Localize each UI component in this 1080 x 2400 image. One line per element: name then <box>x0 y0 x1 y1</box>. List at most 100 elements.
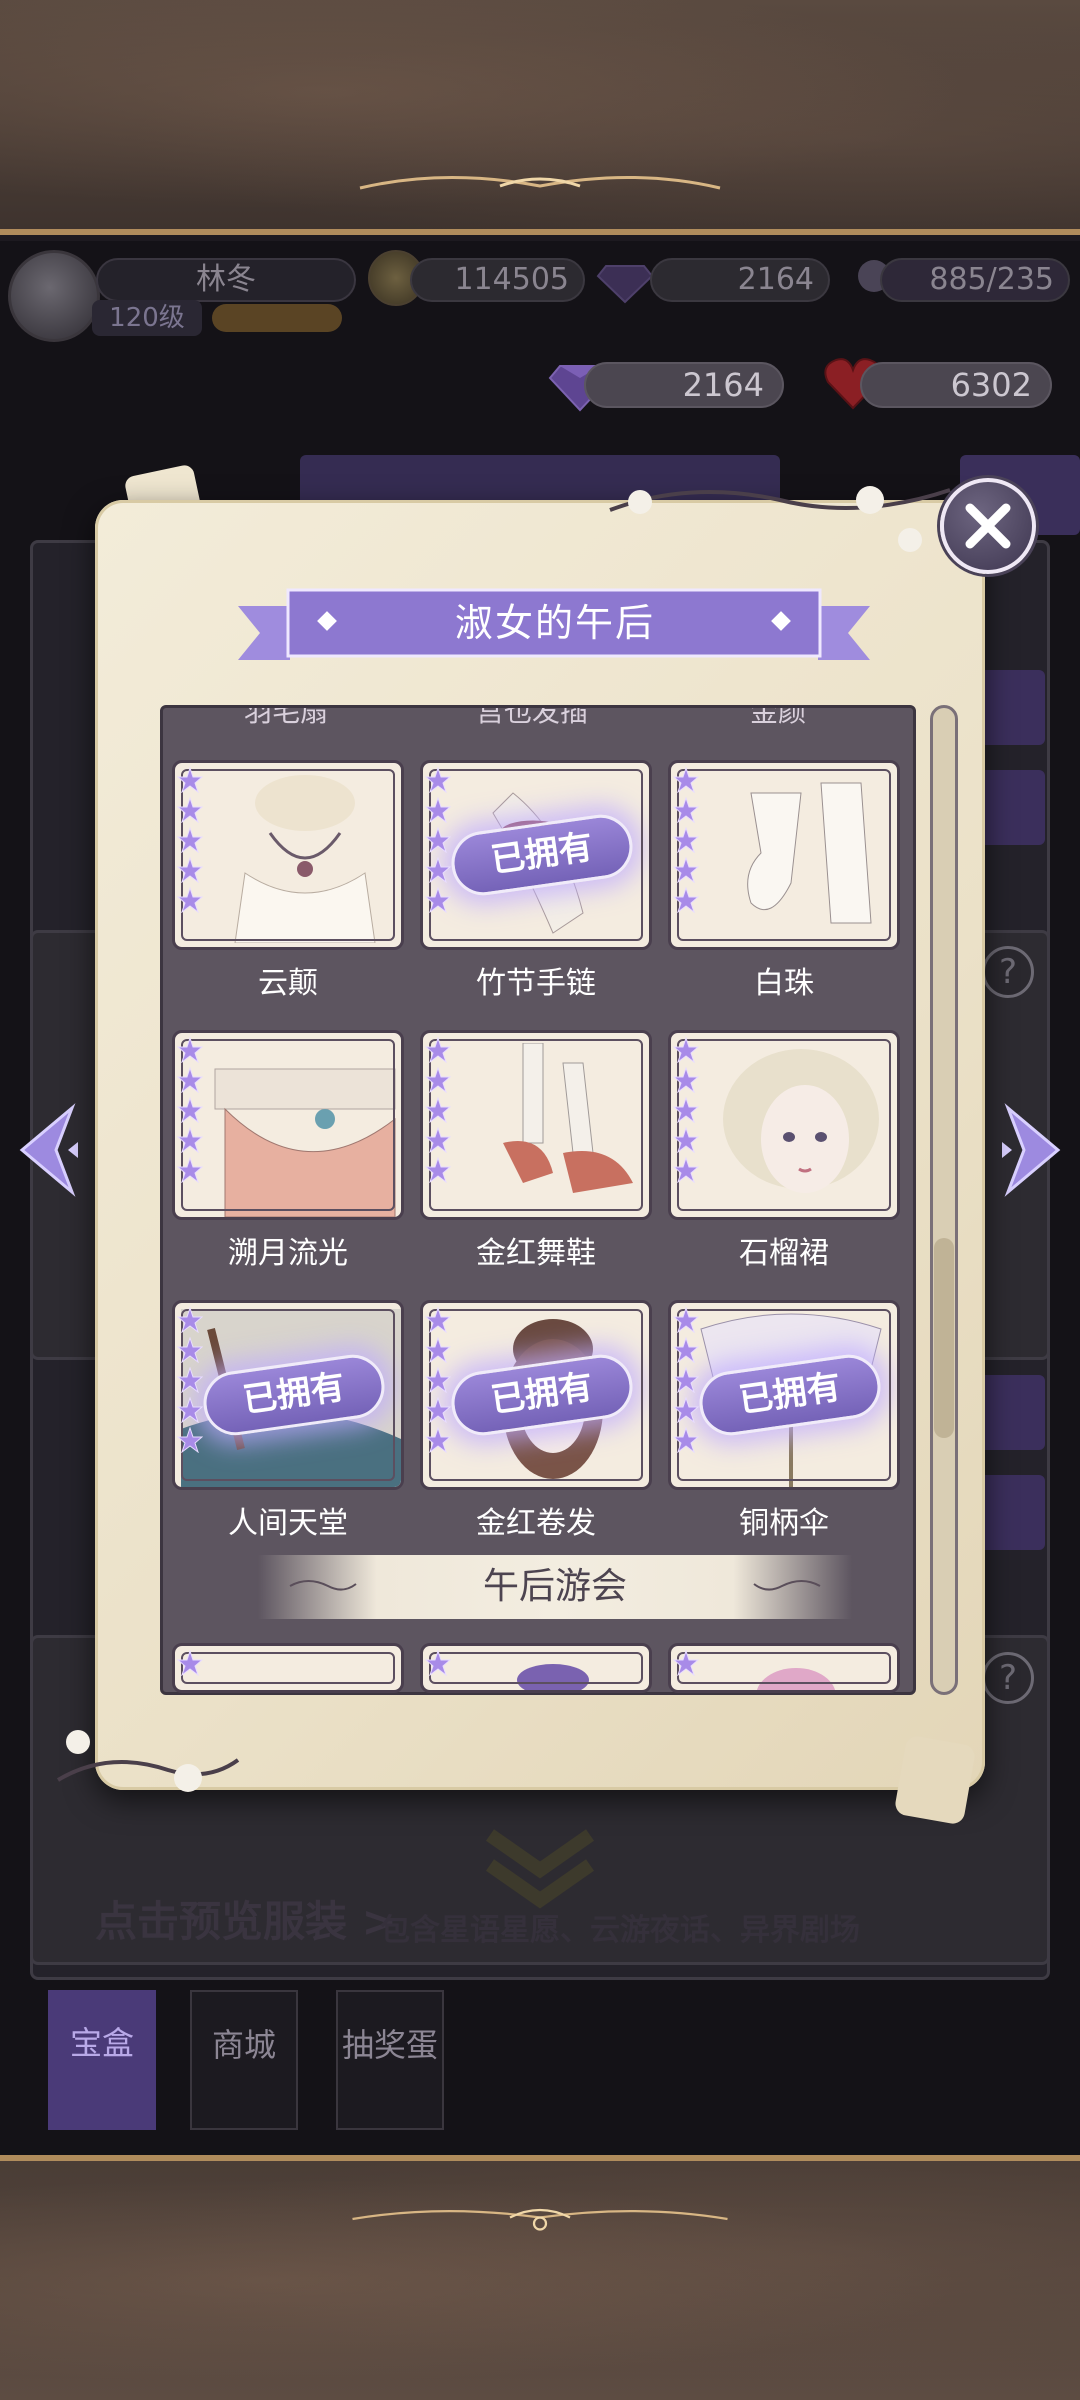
item-card-partial[interactable] <box>172 1643 404 1693</box>
rarity-stars <box>672 766 701 917</box>
item-card-shiliu-qun[interactable] <box>668 1030 900 1220</box>
star-icon <box>424 1396 452 1424</box>
card-frame <box>181 769 395 941</box>
star-icon <box>424 1096 452 1124</box>
star-icon <box>176 1426 204 1454</box>
star-icon <box>424 1366 452 1394</box>
star-icon <box>424 886 452 914</box>
star-icon <box>176 1649 204 1677</box>
rarity-stars <box>176 1649 205 1680</box>
rarity-stars <box>176 766 205 917</box>
card-frame <box>181 1652 395 1684</box>
vip-tag <box>212 304 342 332</box>
item-label: 石榴裙 <box>739 1236 829 1271</box>
item-label: 铜柄伞 <box>739 1506 829 1541</box>
item-label: 金颜 <box>749 705 806 728</box>
item-card-tongbing-san[interactable]: 已拥有 <box>668 1300 900 1490</box>
card-frame <box>677 769 891 941</box>
star-icon <box>672 826 700 854</box>
flourish-ornament-icon <box>352 2208 728 2231</box>
heart-counter[interactable]: 6302 <box>860 362 1052 408</box>
help-icon[interactable]: ? <box>982 946 1034 998</box>
card-frame <box>677 1652 891 1684</box>
scroll-curl <box>893 1734 977 1826</box>
rarity-stars <box>672 1036 701 1187</box>
stamina-counter[interactable]: 885/235 <box>880 258 1070 302</box>
rarity-stars <box>424 1036 453 1187</box>
card-frame <box>677 1039 891 1211</box>
star-icon <box>424 1066 452 1094</box>
swirl-ornament-icon <box>289 1580 357 1591</box>
star-icon <box>176 856 204 884</box>
card-frame <box>677 1309 891 1481</box>
star-icon <box>424 1036 452 1064</box>
star-icon <box>672 1126 700 1154</box>
scrollbar-thumb[interactable] <box>934 1238 954 1438</box>
tab-choujiangdan[interactable]: 抽奖蛋 <box>336 1990 444 2130</box>
rarity-stars <box>424 766 453 917</box>
star-icon <box>424 1426 452 1454</box>
star-icon <box>672 1066 700 1094</box>
pack-description: 包含星语星愿、云游夜话、异界剧场 <box>380 1913 860 1948</box>
star-icon <box>176 796 204 824</box>
tab-baohe[interactable]: 宝盒 <box>48 1990 156 2130</box>
star-icon <box>672 796 700 824</box>
preview-outfit-link[interactable]: 点击预览服装 > <box>95 1888 397 1949</box>
help-icon[interactable]: ? <box>982 1652 1034 1704</box>
star-icon <box>672 1366 700 1394</box>
star-icon <box>672 1649 700 1677</box>
scrollbar-track[interactable] <box>930 705 958 1695</box>
star-icon <box>424 826 452 854</box>
item-card-partial[interactable] <box>668 1643 900 1693</box>
bottom-decorative-banner <box>0 2155 1080 2400</box>
item-card-zhujie-shoulian[interactable]: 已拥有 <box>420 760 652 950</box>
top-decorative-banner <box>0 0 1080 235</box>
rose-vine-icon <box>609 486 951 552</box>
item-card-yundian[interactable] <box>172 760 404 950</box>
card-frame <box>429 1652 643 1684</box>
star-icon <box>672 886 700 914</box>
player-avatar[interactable] <box>8 250 100 342</box>
item-card-renjian-tiantang[interactable]: 已拥有 <box>172 1300 404 1490</box>
rarity-stars <box>672 1306 701 1457</box>
rose-vine-icon <box>56 1730 240 1792</box>
item-card-partial[interactable] <box>420 1643 652 1693</box>
item-card-jinhong-wuxie[interactable] <box>420 1030 652 1220</box>
star-icon <box>176 1066 204 1094</box>
diamond-counter[interactable]: 2164 <box>584 362 784 408</box>
rarity-stars <box>424 1649 453 1680</box>
player-level: 120级 <box>92 300 202 336</box>
item-label: 溯月流光 <box>228 1236 348 1271</box>
arrow-right-icon[interactable] <box>992 1100 1068 1200</box>
close-icon <box>965 503 1011 549</box>
star-icon <box>176 826 204 854</box>
rarity-stars <box>672 1649 701 1680</box>
star-icon <box>176 1336 204 1364</box>
star-icon <box>424 766 452 794</box>
star-icon <box>672 1036 700 1064</box>
swirl-ornament-icon <box>753 1580 821 1591</box>
coin-counter[interactable]: 114505 <box>410 258 585 302</box>
rarity-stars <box>176 1306 205 1457</box>
item-label: 羽毛扇 <box>243 705 328 728</box>
item-card-suyue-liuguang[interactable] <box>172 1030 404 1220</box>
diamond-counter-top[interactable]: 2164 <box>650 258 830 302</box>
arrow-left-icon[interactable] <box>12 1100 88 1200</box>
modal-title: 淑女的午后 <box>454 601 655 645</box>
close-button[interactable] <box>940 478 1036 574</box>
item-card-jinhong-juanfa[interactable]: 已拥有 <box>420 1300 652 1490</box>
star-icon <box>672 1336 700 1364</box>
item-card-baizhu[interactable] <box>668 760 900 950</box>
star-icon <box>672 766 700 794</box>
star-icon <box>176 1366 204 1394</box>
star-icon <box>424 796 452 824</box>
item-label: 宫也发插 <box>475 705 588 728</box>
item-label: 人间天堂 <box>228 1506 348 1541</box>
star-icon <box>176 1036 204 1064</box>
tab-shangcheng[interactable]: 商城 <box>190 1990 298 2130</box>
diamond-icon <box>596 265 654 304</box>
card-frame <box>429 769 643 941</box>
star-icon <box>424 1306 452 1334</box>
item-label: 金红卷发 <box>476 1506 596 1541</box>
star-icon <box>424 1649 452 1677</box>
